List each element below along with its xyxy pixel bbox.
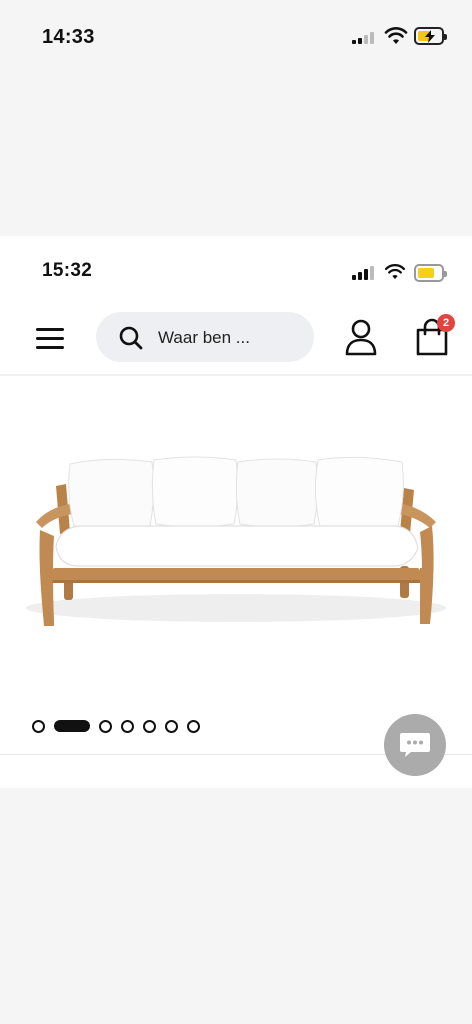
chat-bubble-icon <box>400 733 430 757</box>
search-icon <box>119 326 143 350</box>
carousel-dot[interactable] <box>143 719 156 733</box>
carousel-dot[interactable] <box>32 719 45 733</box>
battery-charging-icon <box>414 27 447 45</box>
user-icon[interactable] <box>344 318 378 356</box>
cart-count-badge: 2 <box>437 314 455 332</box>
carousel-dot[interactable] <box>99 719 112 733</box>
carousel-dot[interactable] <box>165 719 178 733</box>
carousel-dot[interactable] <box>121 719 134 733</box>
cellular-signal-icon <box>352 266 374 280</box>
outer-status-time: 14:33 <box>42 26 95 48</box>
outer-status-bar: 14:33 <box>0 0 472 80</box>
wifi-icon <box>384 27 408 44</box>
cellular-signal-icon <box>352 32 374 44</box>
search-placeholder: Waar ben ... <box>158 328 250 347</box>
chat-button[interactable] <box>384 714 446 776</box>
hamburger-menu-icon[interactable] <box>36 328 66 350</box>
carousel-dot-active[interactable] <box>54 720 90 732</box>
inner-status-time: 15:32 <box>42 260 93 281</box>
carousel-dot[interactable] <box>187 719 200 733</box>
embedded-screenshot: 15:32 Waar ben ... 2 <box>0 236 472 788</box>
product-image[interactable] <box>0 386 472 706</box>
battery-icon <box>414 264 447 282</box>
carousel-indicator <box>32 718 200 734</box>
wifi-icon <box>384 264 406 280</box>
header-divider <box>0 374 472 376</box>
app-header: Waar ben ... <box>0 304 472 374</box>
search-input[interactable]: Waar ben ... <box>96 312 314 362</box>
